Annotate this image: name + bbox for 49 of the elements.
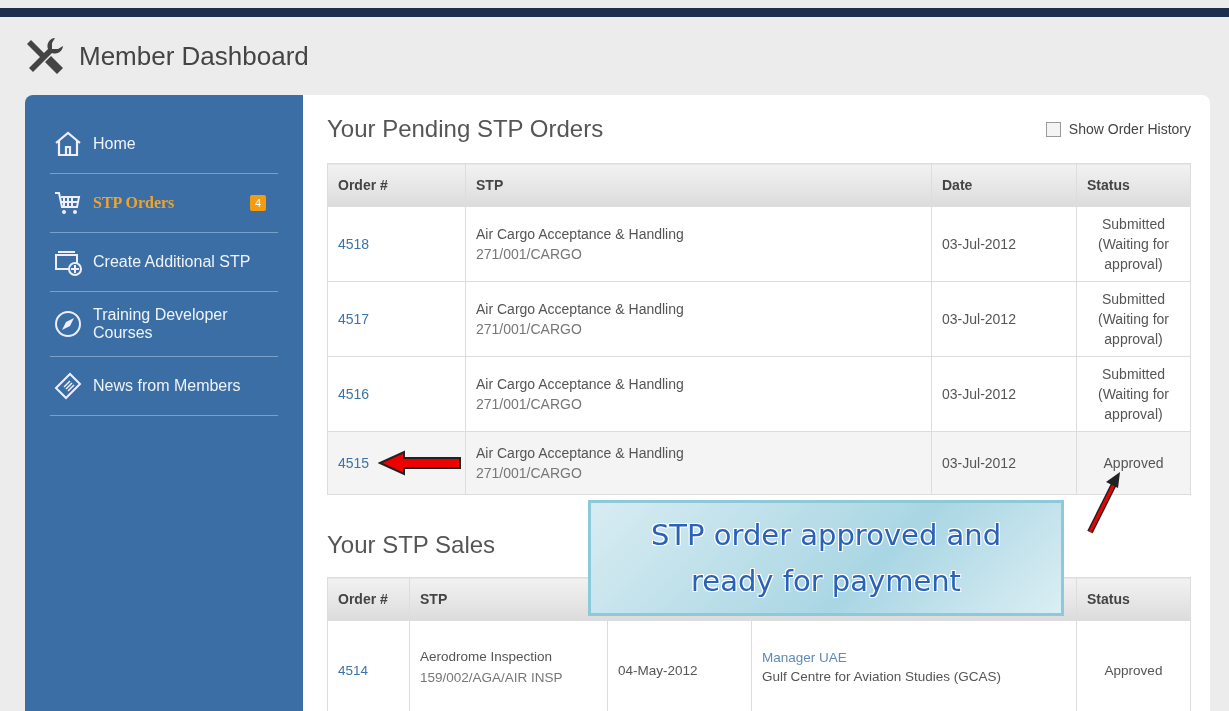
order-link[interactable]: 4515 <box>338 455 370 471</box>
status-cell: Submitted (Waiting for approval) <box>1097 366 1170 422</box>
order-link[interactable]: 4514 <box>338 662 369 678</box>
sidebar-item[interactable]: STP Orders 4 <box>50 174 278 233</box>
column-header: Date <box>931 163 1077 207</box>
buyer-organization: Gulf Centre for Aviation Studies (GCAS) <box>762 667 1003 686</box>
stp-code: 159/002/AGA/AIR INSP <box>420 668 564 687</box>
date-cell: 03-Jul-2012 <box>942 311 1016 327</box>
stp-name: Air Cargo Acceptance & Handling <box>476 226 685 242</box>
stp-name: Air Cargo Acceptance & Handling <box>476 376 685 392</box>
column-header: Order # <box>338 591 388 607</box>
column-header: STP <box>465 163 932 207</box>
stp-code: 271/001/CARGO <box>476 396 583 412</box>
stp-code: 271/001/CARGO <box>476 246 583 262</box>
date-cell: 03-Jul-2012 <box>942 386 1016 402</box>
section-title: Your Pending STP Orders <box>327 115 604 143</box>
section-title: Your STP Sales <box>327 531 496 559</box>
page-title: Member Dashboard <box>79 40 309 72</box>
date-cell: 03-Jul-2012 <box>942 236 1016 252</box>
sidebar-item[interactable]: Training Developer Courses <box>50 292 278 357</box>
status-cell: Submitted (Waiting for approval) <box>1097 216 1170 272</box>
stp-code: 271/001/CARGO <box>476 321 583 337</box>
sidebar-item[interactable]: Home <box>50 115 278 174</box>
order-link[interactable]: 4516 <box>338 386 370 402</box>
home-icon <box>53 129 83 159</box>
sidebar-item[interactable]: News from Members <box>50 357 278 416</box>
stp-code: 271/001/CARGO <box>476 465 583 481</box>
status-cell: Approved <box>1104 662 1163 678</box>
stp-name: Aerodrome Inspection <box>420 647 554 666</box>
count-badge: 4 <box>249 195 266 211</box>
stp-name: Air Cargo Acceptance & Handling <box>476 301 685 317</box>
buyer-role: Manager UAE <box>762 648 848 667</box>
callout-text: STP order approved and ready for payment <box>649 517 1003 600</box>
order-history-checkbox[interactable]: Show Order History <box>1045 121 1191 137</box>
column-header: Status <box>1087 591 1130 607</box>
column-header: STP <box>420 591 448 607</box>
status-cell: Approved <box>1103 455 1164 471</box>
stp-name: Air Cargo Acceptance & Handling <box>476 445 685 461</box>
compass-icon <box>53 309 83 339</box>
status-cell: Submitted (Waiting for approval) <box>1097 291 1170 347</box>
order-link[interactable]: 4517 <box>338 311 370 327</box>
column-header: Status <box>1076 163 1191 207</box>
ticket-icon <box>53 371 83 401</box>
column-header: Order # <box>327 163 466 207</box>
order-link[interactable]: 4518 <box>338 236 370 252</box>
tools-icon <box>25 36 65 76</box>
sidebar-item[interactable]: Create Additional STP <box>50 233 278 292</box>
date-cell: 04-May-2012 <box>618 662 698 678</box>
date-cell: 03-Jul-2012 <box>942 455 1016 471</box>
